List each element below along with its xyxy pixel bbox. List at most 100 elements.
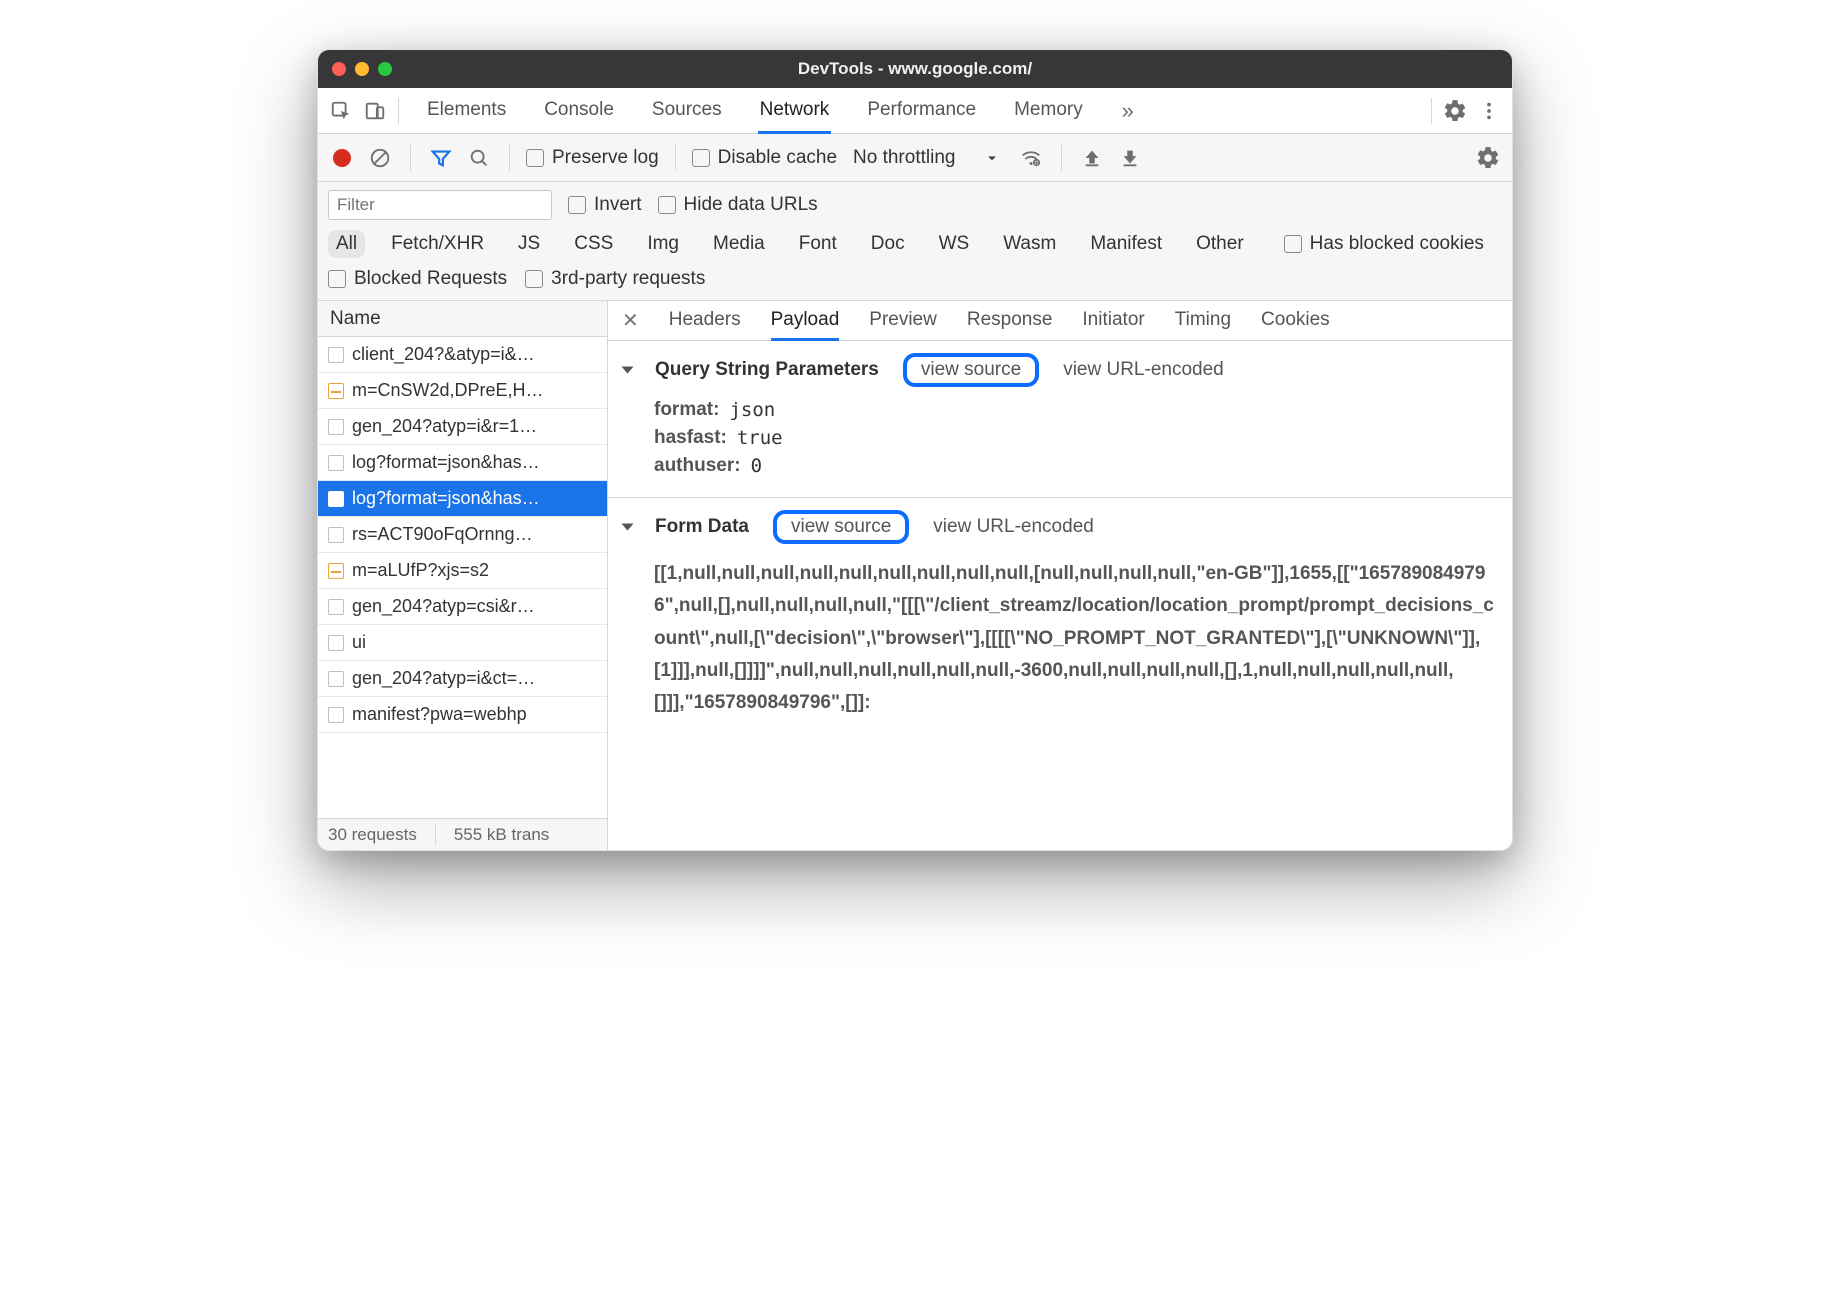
document-file-icon [328,347,344,363]
transfer-size: 555 kB trans [454,825,549,845]
more-options-button[interactable] [1472,94,1506,128]
separator [1431,98,1432,124]
checkbox-icon [1284,235,1302,253]
view-url-encoded-button[interactable]: view URL-encoded [933,516,1094,538]
request-name: gen_204?atyp=i&ct=… [352,668,535,689]
param-value: json [729,399,775,421]
filter-type-css[interactable]: CSS [566,230,621,258]
filter-type-font[interactable]: Font [791,230,845,258]
view-url-encoded-button[interactable]: view URL-encoded [1063,359,1224,381]
export-har-button[interactable] [1116,144,1144,172]
request-row[interactable]: manifest?pwa=webhp [318,697,607,733]
filter-input[interactable] [328,190,552,220]
request-row[interactable]: gen_204?atyp=i&r=1… [318,409,607,445]
tab-console[interactable]: Console [542,88,616,134]
filter-type-media[interactable]: Media [705,230,773,258]
requests-status-bar: 30 requests 555 kB trans [318,818,607,850]
request-row[interactable]: client_204?&atyp=i&… [318,337,607,373]
invert-checkbox[interactable]: Invert [568,194,642,216]
query-string-title: Query String Parameters [655,359,879,381]
document-file-icon [328,635,344,651]
filter-type-js[interactable]: JS [510,230,548,258]
tab-performance[interactable]: Performance [865,88,978,134]
separator [398,98,399,124]
network-settings-button[interactable] [1474,144,1502,172]
blocked-requests-checkbox[interactable]: Blocked Requests [328,268,507,290]
detail-tab-initiator[interactable]: Initiator [1082,302,1144,341]
request-row[interactable]: gen_204?atyp=csi&r… [318,589,607,625]
record-button[interactable] [328,144,356,172]
filter-type-all[interactable]: All [328,230,365,258]
request-row[interactable]: log?format=json&has… [318,481,607,517]
request-row[interactable]: ui [318,625,607,661]
requests-panel: Name client_204?&atyp=i&…m=CnSW2d,DPreE,… [318,301,608,850]
filter-type-doc[interactable]: Doc [863,230,913,258]
request-row[interactable]: m=aLUfP?xjs=s2 [318,553,607,589]
filter-type-manifest[interactable]: Manifest [1082,230,1170,258]
more-tabs-button[interactable]: » [1111,94,1145,128]
throttling-select[interactable]: No throttling [853,147,1001,169]
blocked-requests-label: Blocked Requests [354,268,507,290]
separator [509,145,510,171]
checkbox-icon [526,149,544,167]
detail-tab-timing[interactable]: Timing [1175,302,1231,341]
filter-type-other[interactable]: Other [1188,230,1252,258]
clear-button[interactable] [366,144,394,172]
search-button[interactable] [465,144,493,172]
minimize-window-button[interactable] [355,62,369,76]
script-file-icon [328,563,344,579]
query-param-row: authuser:0 [654,455,1496,477]
filter-type-wasm[interactable]: Wasm [995,230,1064,258]
tab-memory[interactable]: Memory [1012,88,1085,134]
tab-network[interactable]: Network [758,88,832,134]
import-har-button[interactable] [1078,144,1106,172]
hide-data-urls-checkbox[interactable]: Hide data URLs [658,194,818,216]
disclosure-caret-icon[interactable] [622,367,634,374]
checkbox-icon [525,270,543,288]
zoom-window-button[interactable] [378,62,392,76]
network-conditions-button[interactable] [1017,144,1045,172]
request-row[interactable]: rs=ACT90oFqOrnng… [318,517,607,553]
preserve-log-label: Preserve log [552,147,659,169]
disclosure-caret-icon[interactable] [622,524,634,531]
request-name: manifest?pwa=webhp [352,704,527,725]
request-row[interactable]: log?format=json&has… [318,445,607,481]
close-window-button[interactable] [332,62,346,76]
content-area: Name client_204?&atyp=i&…m=CnSW2d,DPreE,… [318,301,1512,850]
third-party-checkbox[interactable]: 3rd-party requests [525,268,705,290]
request-name: ui [352,632,366,653]
view-source-button[interactable]: view source [773,510,909,544]
tab-sources[interactable]: Sources [650,88,724,134]
param-value: true [737,427,783,449]
filter-toggle-button[interactable] [427,144,455,172]
device-toolbar-icon[interactable] [358,94,392,128]
requests-column-header[interactable]: Name [318,301,607,337]
detail-tab-preview[interactable]: Preview [869,302,937,341]
detail-tab-headers[interactable]: Headers [669,302,741,341]
throttling-value: No throttling [853,147,955,169]
detail-tab-cookies[interactable]: Cookies [1261,302,1330,341]
filter-type-ws[interactable]: WS [931,230,978,258]
filter-bar: Invert Hide data URLs All Fetch/XHR JS CSS I… [318,182,1512,301]
inspect-element-icon[interactable] [324,94,358,128]
document-file-icon [328,671,344,687]
detail-tab-response[interactable]: Response [967,302,1053,341]
tab-elements[interactable]: Elements [425,88,508,134]
preserve-log-checkbox[interactable]: Preserve log [526,147,659,169]
close-detail-button[interactable]: ✕ [622,308,639,333]
view-source-button[interactable]: view source [903,353,1039,387]
settings-button[interactable] [1438,94,1472,128]
filter-type-fetch-xhr[interactable]: Fetch/XHR [383,230,492,258]
filter-type-img[interactable]: Img [639,230,687,258]
form-data-body: [[1,null,null,null,null,null,null,null,n… [624,558,1496,719]
checkbox-icon [328,270,346,288]
detail-tab-payload[interactable]: Payload [771,302,840,341]
request-name: gen_204?atyp=i&r=1… [352,416,537,437]
request-row[interactable]: m=CnSW2d,DPreE,H… [318,373,607,409]
has-blocked-cookies-checkbox[interactable]: Has blocked cookies [1284,233,1484,255]
network-toolbar: Preserve log Disable cache No throttling [318,134,1512,182]
disable-cache-checkbox[interactable]: Disable cache [692,147,837,169]
separator [410,145,411,171]
request-row[interactable]: gen_204?atyp=i&ct=… [318,661,607,697]
window-controls [318,62,392,76]
